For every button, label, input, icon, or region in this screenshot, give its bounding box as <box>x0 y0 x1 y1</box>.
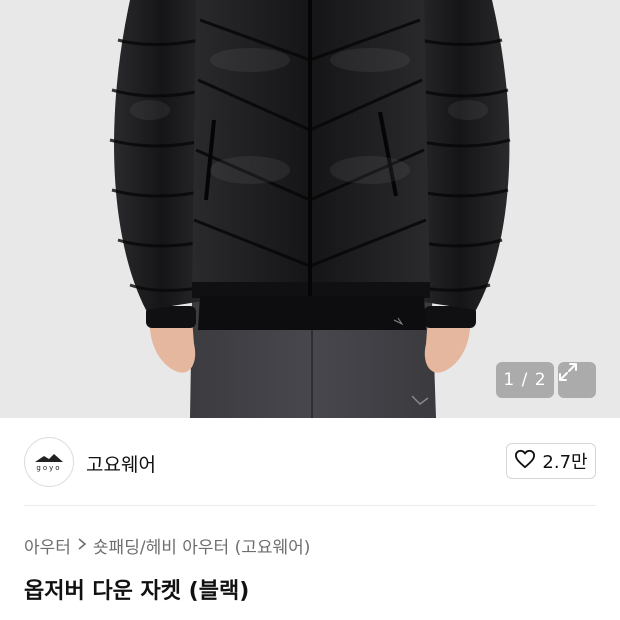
brand-logo[interactable]: goyo <box>24 437 74 487</box>
like-count: 2.7만 <box>542 452 588 473</box>
breadcrumb-item-subcategory[interactable]: 숏패딩/헤비 아우터 (고요웨어) <box>93 533 310 558</box>
product-title: 옵저버 다운 자켓 (블랙) <box>24 579 250 604</box>
expand-button[interactable] <box>558 362 596 398</box>
brand-logo-text: goyo <box>36 463 62 472</box>
product-image-gallery[interactable]: 1 / 2 <box>0 0 620 418</box>
breadcrumb: 아우터 숏패딩/헤비 아우터 (고요웨어) <box>24 533 310 558</box>
brand-row: goyo 고요웨어 2.7만 <box>24 437 596 487</box>
product-photo <box>109 0 511 418</box>
chevron-right-icon <box>77 536 87 555</box>
divider <box>24 505 596 506</box>
mountain-icon <box>35 453 63 462</box>
image-counter: 1 / 2 <box>496 362 554 398</box>
heart-icon <box>514 449 536 473</box>
like-button[interactable]: 2.7만 <box>506 443 596 479</box>
brand-name[interactable]: 고요웨어 <box>86 450 156 477</box>
breadcrumb-item-category[interactable]: 아우터 <box>24 533 71 558</box>
